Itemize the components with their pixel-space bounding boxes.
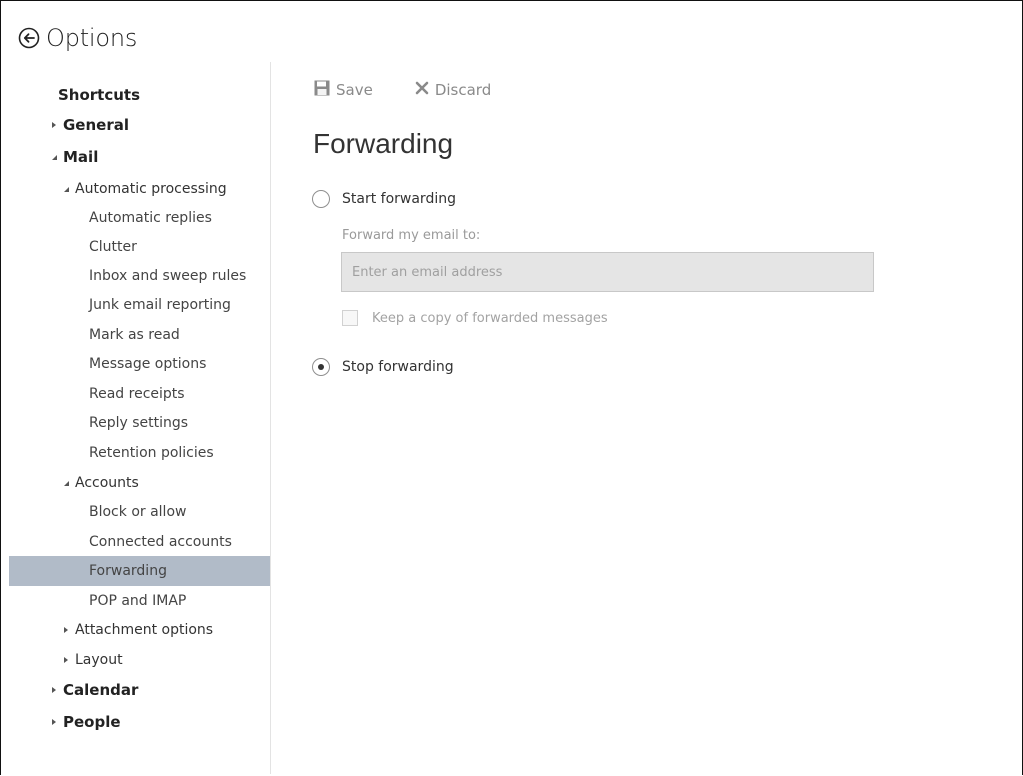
sidebar-item-label: People: [63, 713, 121, 731]
section-title: Forwarding: [313, 128, 454, 159]
floppy-disk-icon: [314, 80, 330, 100]
main-content: Save Discard Forwarding Start forwarding…: [272, 62, 1021, 776]
sidebar-item-mark-as-read[interactable]: Mark as read: [9, 320, 270, 350]
sidebar-item-read-receipts[interactable]: Read receipts: [9, 379, 270, 409]
sidebar-item-attachment-options[interactable]: Attachment options: [9, 615, 270, 645]
sidebar-item-connected-accounts[interactable]: Connected accounts: [9, 527, 270, 557]
x-icon: [415, 81, 429, 99]
sidebar-item-message-options[interactable]: Message options: [9, 349, 270, 379]
forward-to-label: Forward my email to:: [342, 228, 481, 243]
collapsed-triangle-icon[interactable]: [61, 655, 71, 665]
sidebar-item-label: Calendar: [63, 681, 139, 699]
keep-copy-option[interactable]: Keep a copy of forwarded messages: [342, 310, 608, 326]
collapsed-triangle-icon[interactable]: [61, 625, 71, 635]
expanded-triangle-icon[interactable]: [49, 152, 59, 162]
sidebar-item-forwarding[interactable]: Forwarding: [9, 556, 270, 586]
sidebar-item-label: Forwarding: [89, 563, 167, 579]
expanded-triangle-icon[interactable]: [61, 478, 71, 488]
sidebar-item-general[interactable]: General: [9, 110, 270, 140]
sidebar-item-reply-settings[interactable]: Reply settings: [9, 408, 270, 438]
sidebar-item-calendar[interactable]: Calendar: [9, 675, 270, 705]
sidebar-item-label: General: [63, 116, 129, 134]
stop-forwarding-radio[interactable]: [312, 358, 330, 376]
sidebar-item-label: Mark as read: [89, 327, 180, 343]
discard-label: Discard: [434, 81, 492, 99]
sidebar-item-retention-policies[interactable]: Retention policies: [9, 438, 270, 468]
discard-button[interactable]: Discard: [415, 81, 491, 99]
expanded-triangle-icon[interactable]: [61, 184, 71, 194]
collapsed-triangle-icon[interactable]: [49, 120, 59, 130]
keep-copy-label: Keep a copy of forwarded messages: [372, 310, 608, 326]
toolbar: Save Discard: [314, 80, 491, 100]
sidebar-item-shortcuts[interactable]: Shortcuts: [9, 80, 270, 110]
sidebar-item-clutter[interactable]: Clutter: [9, 232, 270, 262]
sidebar-item-automatic-replies[interactable]: Automatic replies: [9, 203, 270, 233]
back-arrow-icon[interactable]: [18, 27, 40, 49]
sidebar-item-block-or-allow[interactable]: Block or allow: [9, 497, 270, 527]
sidebar-item-label: Read receipts: [89, 386, 185, 402]
email-address-input[interactable]: [341, 252, 874, 292]
sidebar-item-label: Shortcuts: [58, 86, 141, 104]
options-sidebar: Shortcuts General Mail Automatic processing…: [9, 62, 271, 774]
stop-forwarding-label: Stop forwarding: [342, 359, 454, 375]
save-button[interactable]: Save: [314, 80, 373, 100]
sidebar-item-label: Mail: [63, 148, 99, 166]
page-title: Options: [46, 24, 138, 52]
sidebar-item-label: Message options: [89, 356, 207, 372]
sidebar-item-accounts[interactable]: Accounts: [9, 468, 270, 498]
sidebar-item-label: POP and IMAP: [89, 593, 187, 609]
sidebar-item-label: Attachment options: [75, 622, 214, 638]
sidebar-item-layout[interactable]: Layout: [9, 645, 270, 675]
keep-copy-checkbox[interactable]: [342, 310, 358, 326]
sidebar-item-label: Block or allow: [89, 504, 187, 520]
sidebar-item-label: Layout: [75, 652, 123, 668]
sidebar-item-label: Junk email reporting: [89, 297, 231, 313]
stop-forwarding-option[interactable]: Stop forwarding: [312, 358, 454, 376]
sidebar-item-automatic-processing[interactable]: Automatic processing: [9, 174, 270, 204]
collapsed-triangle-icon[interactable]: [49, 717, 59, 727]
sidebar-item-inbox-and-sweep-rules[interactable]: Inbox and sweep rules: [9, 261, 270, 291]
start-forwarding-label: Start forwarding: [342, 191, 456, 207]
sidebar-item-label: Inbox and sweep rules: [89, 268, 247, 284]
collapsed-triangle-icon[interactable]: [49, 685, 59, 695]
sidebar-item-label: Clutter: [89, 239, 137, 255]
sidebar-item-label: Retention policies: [89, 445, 214, 461]
sidebar-item-label: Reply settings: [89, 415, 189, 431]
start-forwarding-radio[interactable]: [312, 190, 330, 208]
sidebar-item-label: Connected accounts: [89, 534, 232, 550]
sidebar-item-mail[interactable]: Mail: [9, 142, 270, 172]
sidebar-item-label: Automatic replies: [89, 210, 212, 226]
start-forwarding-option[interactable]: Start forwarding: [312, 190, 456, 208]
save-label: Save: [336, 81, 373, 99]
sidebar-item-label: Accounts: [75, 475, 139, 491]
sidebar-item-people[interactable]: People: [9, 707, 270, 737]
sidebar-item-junk-email-reporting[interactable]: Junk email reporting: [9, 290, 270, 320]
sidebar-item-label: Automatic processing: [75, 181, 227, 197]
options-header: Options: [18, 24, 137, 52]
sidebar-item-pop-and-imap[interactable]: POP and IMAP: [9, 586, 270, 616]
